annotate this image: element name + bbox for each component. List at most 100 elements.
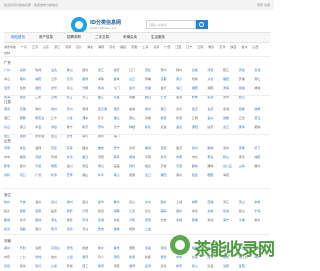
- city-link[interactable]: 江苏: [32, 44, 38, 50]
- city-link[interactable]: 新安: [176, 262, 192, 271]
- city-link[interactable]: 博山: [98, 162, 114, 171]
- city-link[interactable]: 揭阳: [35, 75, 51, 84]
- city-link[interactable]: 镇江: [160, 105, 176, 114]
- city-link[interactable]: 市北: [192, 153, 208, 162]
- nav-item[interactable]: 网站首页: [4, 33, 32, 42]
- city-link[interactable]: 滨湖: [145, 114, 161, 123]
- nav-item[interactable]: 车辆买卖: [116, 33, 144, 42]
- city-link[interactable]: 宁波: [20, 198, 36, 207]
- city-link[interactable]: 钱塘: [20, 207, 36, 216]
- city-link[interactable]: 杭州: [4, 198, 20, 207]
- city-link[interactable]: 苍南: [145, 216, 161, 225]
- city-link[interactable]: 金华: [98, 198, 114, 207]
- city-link[interactable]: 惠州: [160, 66, 176, 75]
- city-link[interactable]: 韶关: [82, 66, 98, 75]
- city-link[interactable]: 广西: [164, 44, 170, 50]
- city-link[interactable]: 天津: [219, 44, 225, 50]
- city-link[interactable]: 文成: [160, 216, 176, 225]
- city-link[interactable]: 象山: [239, 207, 255, 216]
- city-link[interactable]: 洞头: [51, 216, 67, 225]
- city-link[interactable]: 江北: [129, 207, 145, 216]
- city-link[interactable]: 兰考: [51, 262, 67, 271]
- city-link[interactable]: 山西: [252, 44, 258, 50]
- city-link[interactable]: 莱芜: [114, 153, 130, 162]
- city-link[interactable]: 罗湖: [239, 75, 255, 84]
- nav-item[interactable]: 招聘求职: [60, 33, 88, 42]
- city-link[interactable]: 无锡: [20, 105, 36, 114]
- city-link[interactable]: 嘉兴: [51, 198, 67, 207]
- city-link[interactable]: 河口: [20, 171, 36, 180]
- city-link[interactable]: 江门: [129, 66, 145, 75]
- city-link[interactable]: 巩义: [98, 253, 114, 262]
- city-link[interactable]: 梅州: [176, 66, 192, 75]
- city-link[interactable]: 番禺: [114, 75, 130, 84]
- city-link[interactable]: 鼓楼: [223, 114, 239, 123]
- city-link[interactable]: 江宁: [51, 114, 67, 123]
- city-link[interactable]: 苏州: [67, 105, 83, 114]
- city-link[interactable]: 日照: [160, 144, 176, 153]
- city-link[interactable]: 新沂: [82, 123, 98, 132]
- city-link[interactable]: 桐乡: [254, 216, 270, 225]
- city-link[interactable]: 澄海: [223, 84, 239, 93]
- city-link[interactable]: 云龙: [239, 114, 255, 123]
- city-link[interactable]: 台儿庄: [223, 162, 239, 171]
- city-link[interactable]: 淮安: [114, 105, 130, 114]
- city-link[interactable]: 雨花台: [35, 114, 51, 123]
- city-link[interactable]: 佛山: [67, 66, 83, 75]
- city-link[interactable]: 新北: [145, 123, 161, 132]
- city-link[interactable]: 黄岛: [207, 153, 223, 162]
- city-link[interactable]: 秀洲: [207, 216, 223, 225]
- city-link[interactable]: 章丘: [82, 153, 98, 162]
- city-link[interactable]: 广东: [21, 44, 27, 50]
- city-link[interactable]: 杞县: [4, 262, 20, 271]
- city-link[interactable]: 烟台: [82, 144, 98, 153]
- city-link[interactable]: 张店: [82, 162, 98, 171]
- site-name[interactable]: ID分类信息网: [90, 19, 121, 26]
- city-link[interactable]: 姑苏: [207, 123, 223, 132]
- city-link[interactable]: 慈溪: [223, 207, 239, 216]
- login-links[interactable]: 登录 注册: [257, 0, 270, 10]
- city-link[interactable]: 芝罘: [67, 171, 83, 180]
- city-link[interactable]: 薛城: [192, 162, 208, 171]
- city-link[interactable]: 泰州: [176, 105, 192, 114]
- city-link[interactable]: 增城: [192, 75, 208, 84]
- city-link[interactable]: 淄博: [35, 144, 51, 153]
- city-link[interactable]: 西工: [82, 262, 98, 271]
- city-link[interactable]: 潮州: [20, 75, 36, 84]
- city-link[interactable]: 金水: [51, 253, 67, 262]
- city-link[interactable]: 龙港: [98, 216, 114, 225]
- city-link[interactable]: 南浔: [51, 225, 67, 234]
- city-link[interactable]: 濠江: [176, 84, 192, 93]
- city-link[interactable]: 洛龙: [160, 262, 176, 271]
- city-link[interactable]: 白云: [129, 75, 145, 84]
- search-input[interactable]: 请输入关键词: [146, 20, 196, 29]
- city-link[interactable]: 开封: [20, 244, 36, 253]
- city-link[interactable]: 建德: [98, 207, 114, 216]
- city-link[interactable]: 山东: [43, 44, 49, 50]
- city-link[interactable]: 玄武: [207, 105, 223, 114]
- city-link[interactable]: 中山: [4, 75, 20, 84]
- city-link[interactable]: 丰县: [35, 123, 51, 132]
- city-link[interactable]: 莱州: [176, 171, 192, 180]
- city-link[interactable]: 新密: [129, 253, 145, 262]
- city-link[interactable]: 连云港: [98, 105, 114, 114]
- city-link[interactable]: 聊城: [207, 144, 223, 153]
- city-link[interactable]: 天河: [67, 75, 83, 84]
- city-link[interactable]: 城阳: [254, 153, 270, 162]
- city-link[interactable]: 市中: [4, 153, 20, 162]
- city-link[interactable]: 东莞: [254, 66, 270, 75]
- city-link[interactable]: 龙口: [145, 171, 161, 180]
- city-link[interactable]: 汕尾: [192, 66, 208, 75]
- city-link[interactable]: 嘉善: [4, 225, 20, 234]
- city-link[interactable]: 丽水: [160, 198, 176, 207]
- city-link[interactable]: 绍兴: [82, 198, 98, 207]
- city-link[interactable]: 龙湾: [20, 216, 36, 225]
- city-link[interactable]: 乐清: [82, 216, 98, 225]
- city-link[interactable]: 深圳: [20, 66, 36, 75]
- city-link[interactable]: 拱墅: [192, 198, 208, 207]
- city-link[interactable]: 管城: [35, 253, 51, 262]
- city-link[interactable]: 六合: [67, 114, 83, 123]
- city-link[interactable]: 溧水: [82, 114, 98, 123]
- city-link[interactable]: 新郑: [145, 253, 161, 262]
- city-link[interactable]: 莱阳: [160, 171, 176, 180]
